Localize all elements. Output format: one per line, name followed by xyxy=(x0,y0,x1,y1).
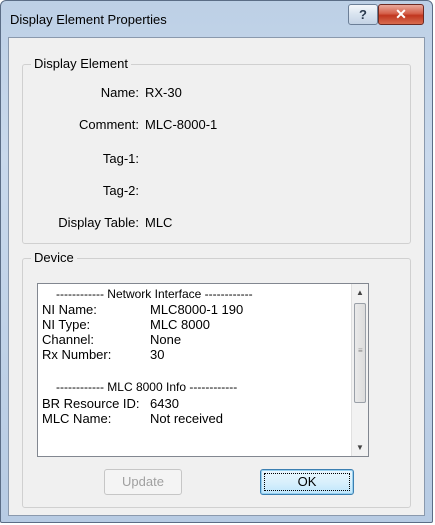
scroll-thumb[interactable]: ≡ xyxy=(354,303,366,403)
help-icon: ? xyxy=(359,7,367,22)
list-value: 30 xyxy=(150,347,165,362)
name-label: Name: xyxy=(100,85,139,100)
window-title: Display Element Properties xyxy=(10,12,167,27)
update-button[interactable]: Update xyxy=(104,469,182,495)
list-value: None xyxy=(150,332,182,347)
mlc-info-header: ------------ MLC 8000 Info ------------ xyxy=(56,380,238,394)
ok-button[interactable]: OK xyxy=(260,469,354,495)
device-group-label: Device xyxy=(31,250,77,265)
triangle-down-icon: ▼ xyxy=(356,443,364,452)
tag1-label: Tag-1: xyxy=(102,151,139,166)
title-bar[interactable]: Display Element Properties ? ✕ xyxy=(1,1,432,37)
list-key: MLC Name: xyxy=(42,411,112,426)
list-key: Rx Number: xyxy=(42,347,112,362)
dialog-client-area: Display Element Name: RX-30 Comment: MLC… xyxy=(8,37,425,516)
list-key: NI Type: xyxy=(42,317,91,332)
list-value: Not received xyxy=(150,411,223,426)
device-info-listbox[interactable]: ------------ Network Interface ---------… xyxy=(37,283,369,457)
tag2-label: Tag-2: xyxy=(102,183,139,198)
list-key: NI Name: xyxy=(42,302,97,317)
name-value: RX-30 xyxy=(145,85,182,100)
grip-icon: ≡ xyxy=(358,346,363,355)
list-value: 6430 xyxy=(150,396,179,411)
close-button[interactable]: ✕ xyxy=(378,4,424,25)
display-element-group-label: Display Element xyxy=(31,56,131,71)
network-interface-header: ------------ Network Interface ---------… xyxy=(56,287,253,301)
display-table-label: Display Table: xyxy=(58,215,139,230)
list-value: MLC 8000 xyxy=(150,317,210,332)
vertical-scrollbar[interactable]: ▲ ≡ ▼ xyxy=(351,284,368,456)
dialog-window: Display Element Properties ? ✕ Display E… xyxy=(0,0,433,523)
list-key: Channel: xyxy=(42,332,95,347)
display-table-value: MLC xyxy=(145,215,173,230)
scroll-up-button[interactable]: ▲ xyxy=(352,284,368,301)
close-icon: ✕ xyxy=(395,6,407,22)
ok-button-label: OK xyxy=(297,474,317,489)
comment-label: Comment: xyxy=(79,117,139,132)
list-key: BR Resource ID: xyxy=(42,396,140,411)
help-button[interactable]: ? xyxy=(348,4,378,25)
display-element-group: Display Element Name: RX-30 Comment: MLC… xyxy=(22,56,411,244)
triangle-up-icon: ▲ xyxy=(356,288,364,297)
list-value: MLC8000-1 190 xyxy=(150,302,244,317)
comment-value: MLC-8000-1 xyxy=(145,117,218,132)
scroll-down-button[interactable]: ▼ xyxy=(352,439,368,456)
update-button-label: Update xyxy=(122,474,164,489)
